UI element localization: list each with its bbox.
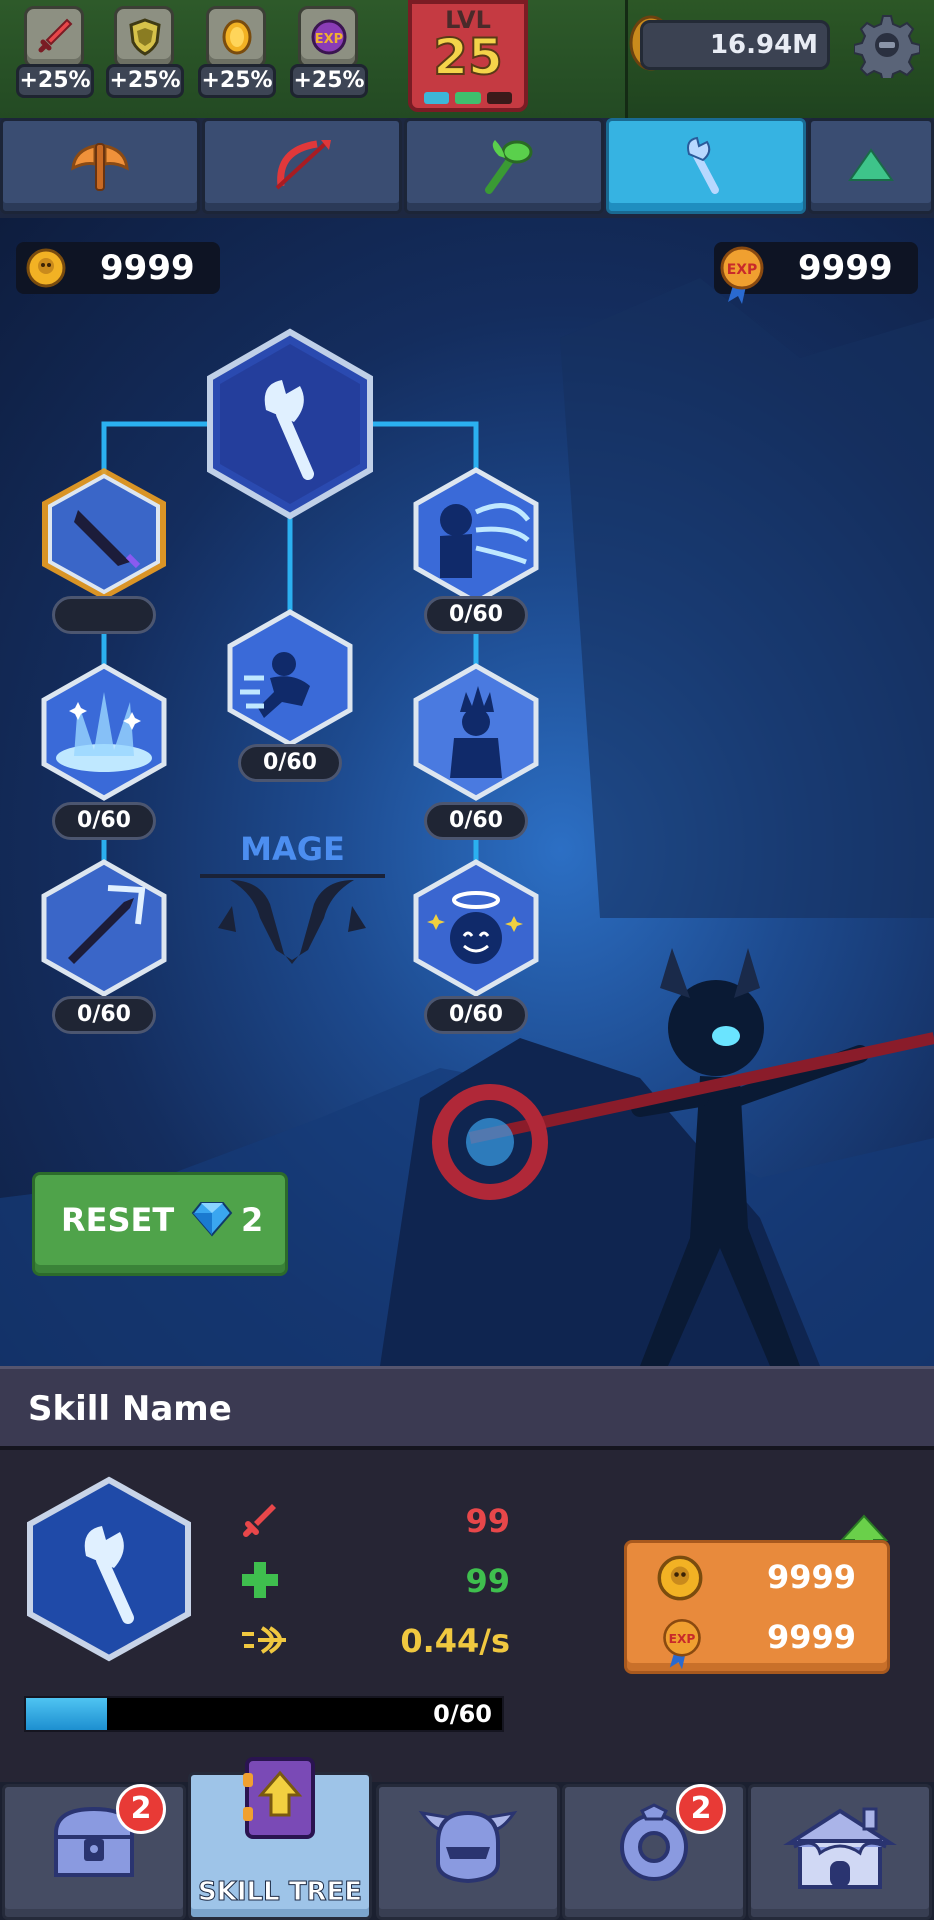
skill-level-counter: 0/60	[238, 744, 342, 782]
class-name-label: MAGE	[240, 830, 345, 868]
skill-progress-bar: 0/60	[24, 1696, 504, 1732]
nav-skill-tree-label: SKILL TREE	[197, 1877, 362, 1908]
skill-node-ground-burst[interactable]: 0/60	[38, 662, 170, 842]
reset-gem-cost: 2	[241, 1201, 264, 1239]
skill-node-halo[interactable]: 0/60	[410, 858, 542, 1038]
skill-level-counter	[52, 596, 156, 634]
skill-node-dash[interactable]: 0/60	[224, 608, 356, 788]
svg-text:EXP: EXP	[315, 32, 343, 47]
tab-upgrade[interactable]	[808, 118, 934, 214]
sword-icon	[24, 6, 84, 68]
skill-node-piercing-blade[interactable]: 0/60	[38, 858, 170, 1038]
bottom-navigation: 2 SKILL TREE 2	[0, 1757, 934, 1920]
reset-label: RESET	[61, 1201, 175, 1239]
level-badge[interactable]: LVL 25	[408, 0, 528, 112]
top-status-bar: +25% +25% +25% EXP +25% LVL 25 16.94M	[0, 0, 934, 118]
gear-notification-badge: 2	[676, 1784, 726, 1834]
skill-node-power-up[interactable]: 0/60	[410, 662, 542, 842]
speed-icon	[242, 1626, 286, 1654]
level-value: 25	[432, 27, 504, 87]
helmet-icon	[418, 1810, 518, 1884]
halo-skill-icon	[413, 859, 539, 997]
stat-attack-value: 99	[465, 1502, 510, 1540]
skill-node-root[interactable]	[204, 328, 376, 524]
stat-speed: 0.44/s	[240, 1614, 510, 1668]
nav-hero[interactable]	[376, 1784, 560, 1920]
category-tab-bar	[0, 118, 934, 218]
tab-mage[interactable]	[606, 118, 806, 214]
up-arrow-icon	[848, 148, 894, 181]
buff-value: +25%	[16, 64, 94, 98]
buff-value: +25%	[198, 64, 276, 98]
skill-detail-header: Skill Name	[0, 1366, 934, 1450]
stat-speed-value: 0.44/s	[400, 1622, 510, 1660]
mage-emblem-icon	[200, 874, 385, 964]
buff-value: +25%	[290, 64, 368, 98]
skull-coin-icon	[657, 1555, 703, 1601]
skill-detail-panel: 99 99 0.44/s 9999 EXP 9999 0/60	[0, 1450, 934, 1782]
piercing-blade-icon	[41, 859, 167, 997]
dash-skill-icon	[227, 609, 353, 747]
stat-health: 99	[240, 1554, 510, 1608]
power-up-skill-icon	[413, 663, 539, 801]
upgrade-cost-coins: 9999	[657, 1549, 877, 1605]
tab-druid[interactable]	[404, 118, 604, 214]
upgrade-button[interactable]: 9999 EXP 9999	[624, 1540, 890, 1674]
stat-health-value: 99	[465, 1562, 510, 1600]
blade-skill-icon	[42, 468, 166, 600]
buff-defense[interactable]: +25%	[106, 6, 184, 98]
skill-book-icon	[243, 1757, 315, 1839]
burst-skill-icon	[41, 663, 167, 801]
skill-level-counter: 0/60	[424, 996, 528, 1034]
exp-icon: EXP	[298, 6, 358, 68]
exp-medal-icon: EXP	[663, 1618, 701, 1670]
axe-icon	[71, 143, 129, 191]
chest-notification-badge: 2	[116, 1784, 166, 1834]
tab-warrior[interactable]	[0, 118, 200, 214]
skill-level-counter: 0/60	[424, 802, 528, 840]
skill-level-counter: 0/60	[52, 802, 156, 840]
skill-tree-scene: 9999 EXP 9999 0/60 0/60 0/60 0/60 0/60 0…	[0, 218, 934, 1366]
nav-home[interactable]	[748, 1784, 932, 1920]
tab-archer[interactable]	[202, 118, 402, 214]
level-progress-pips	[424, 92, 512, 104]
attack-icon	[243, 1504, 276, 1537]
svg-text:EXP: EXP	[669, 1632, 696, 1646]
castle-icon	[783, 1807, 897, 1889]
shout-skill-icon	[413, 467, 539, 605]
wand-icon	[687, 136, 719, 194]
selected-skill-name: Skill Name	[28, 1389, 232, 1429]
buff-attack[interactable]: +25%	[16, 6, 94, 98]
bow-icon	[275, 140, 331, 190]
skill-progress-text: 0/60	[433, 1700, 492, 1728]
skill-level-counter: 0/60	[424, 596, 528, 634]
skill-level-counter: 0/60	[52, 996, 156, 1034]
gold-total-value: 16.94M	[709, 30, 819, 60]
reset-button[interactable]: RESET 2	[32, 1172, 288, 1276]
upgrade-exp-cost: 9999	[767, 1618, 857, 1656]
buff-value: +25%	[106, 64, 184, 98]
staff-green-icon	[485, 140, 533, 194]
skill-node-shout[interactable]: 0/60	[410, 466, 542, 636]
selected-skill-icon	[27, 1476, 191, 1662]
stat-attack: 99	[240, 1494, 510, 1548]
skill-node-sword-slash[interactable]	[38, 466, 170, 636]
upgrade-coin-cost: 9999	[767, 1558, 857, 1596]
shield-icon	[114, 6, 174, 68]
settings-gear-icon[interactable]	[854, 12, 920, 78]
buff-exp[interactable]: EXP +25%	[290, 6, 368, 98]
nav-skill-tree[interactable]: SKILL TREE	[188, 1757, 372, 1920]
upgrade-cost-exp: EXP 9999	[657, 1609, 877, 1670]
buff-coin[interactable]: +25%	[198, 6, 276, 98]
gold-total-display: 16.94M	[640, 20, 830, 70]
wand-skill-icon	[207, 328, 373, 520]
health-icon	[242, 1562, 278, 1598]
skill-progress-fill	[26, 1698, 107, 1730]
coin-icon	[206, 6, 266, 68]
gem-icon	[191, 1202, 233, 1237]
